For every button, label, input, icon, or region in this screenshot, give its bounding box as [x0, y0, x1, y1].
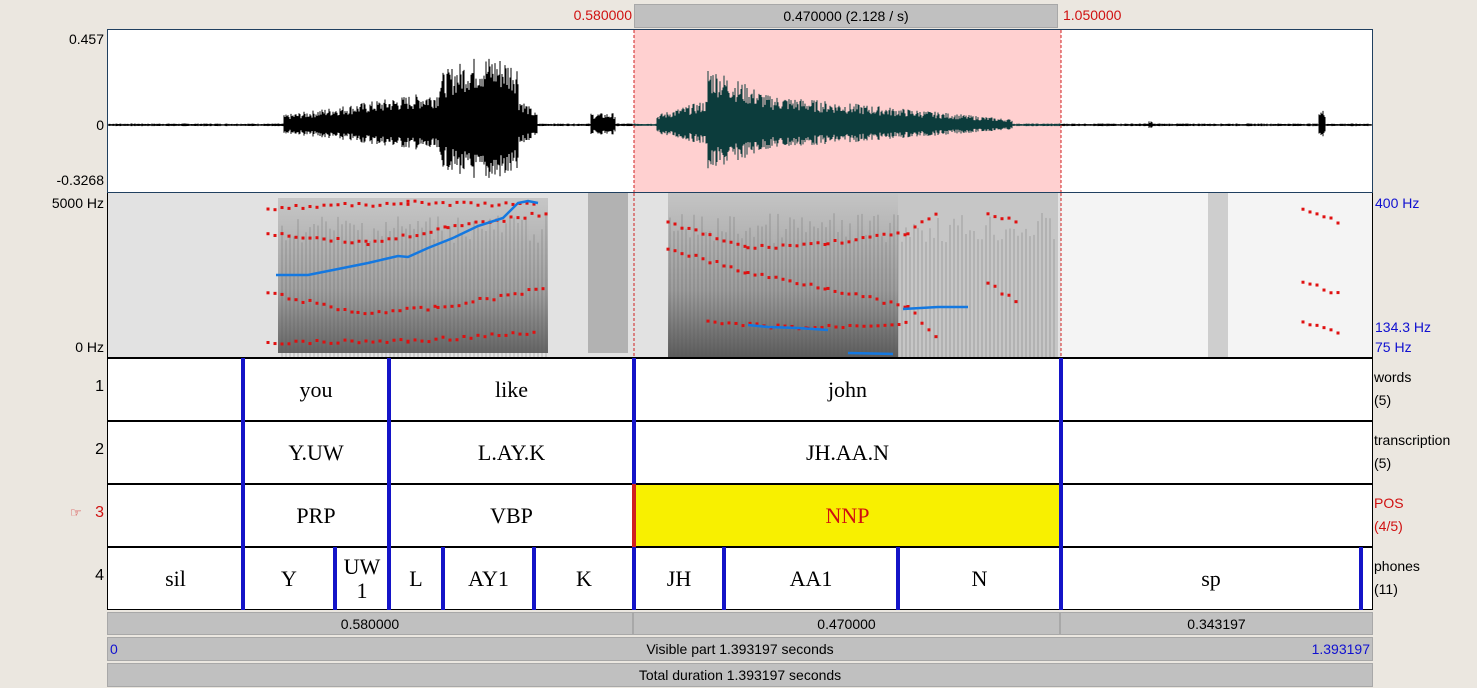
interval[interactable]: Y — [243, 548, 335, 609]
boundary[interactable] — [1059, 547, 1063, 610]
boundary[interactable] — [632, 547, 636, 610]
interval[interactable]: K — [534, 548, 634, 609]
boundary[interactable] — [632, 421, 636, 484]
tier-name-label: POS — [1374, 495, 1404, 511]
interval[interactable]: like — [389, 359, 634, 420]
interval[interactable]: L.AY.K — [389, 422, 634, 483]
interval[interactable]: Y.UW — [243, 422, 389, 483]
visible-part-label: Visible part 1.393197 seconds — [646, 641, 834, 657]
spectrogram-panel[interactable] — [107, 193, 1373, 358]
tier-2-number: 2 — [95, 441, 104, 458]
interval[interactable]: AY1 — [443, 548, 534, 609]
tier-2-name: transcription (5) — [1374, 429, 1450, 475]
interval[interactable]: JH.AA.N — [634, 422, 1061, 483]
tier-pos[interactable]: PRP VBP NNP — [107, 484, 1373, 547]
pitch-min-label: 75 Hz — [1375, 339, 1412, 355]
waveform-zero-label: 0 — [96, 117, 104, 133]
tier-3-number: 3 — [95, 504, 104, 521]
tier-words[interactable]: you like john — [107, 358, 1373, 421]
interval[interactable]: UW 1 — [335, 548, 389, 609]
tier-count-label: (4/5) — [1374, 518, 1403, 534]
interval[interactable]: sil — [108, 548, 243, 609]
interval[interactable] — [1061, 359, 1372, 420]
segment-left-bar[interactable]: 0.580000 — [107, 612, 633, 635]
interval[interactable] — [1061, 422, 1372, 483]
boundary[interactable] — [532, 547, 536, 610]
tier-name-label: phones — [1374, 558, 1420, 574]
tier-count-label: (5) — [1374, 455, 1392, 471]
tier-count-label: (11) — [1374, 581, 1398, 597]
boundary[interactable] — [1059, 421, 1063, 484]
interval[interactable] — [108, 359, 243, 420]
pitch-contour-3 — [847, 351, 894, 356]
tier-3-name: POS (4/5) — [1374, 492, 1404, 538]
boundary[interactable] — [632, 358, 636, 421]
interval[interactable]: VBP — [389, 485, 634, 546]
boundary[interactable] — [387, 358, 391, 421]
waveform-ymin-label: -0.3268 — [56, 172, 104, 188]
pitch-cursor-label: 134.3 Hz — [1375, 319, 1432, 335]
waveform-panel[interactable] — [107, 29, 1373, 193]
boundary[interactable] — [241, 547, 245, 610]
boundary[interactable] — [1059, 484, 1063, 547]
selection-start-time: 0.580000 — [573, 7, 632, 23]
interval[interactable] — [108, 485, 243, 546]
boundary[interactable] — [241, 421, 245, 484]
pitch-max-label: 400 Hz — [1375, 195, 1420, 211]
boundary[interactable] — [632, 484, 636, 547]
tier-4-number: 4 — [95, 567, 104, 584]
segment-mid-bar[interactable]: 0.470000 — [633, 612, 1060, 635]
spectrogram-freq-max: 5000 Hz — [51, 195, 104, 211]
boundary[interactable] — [241, 484, 245, 547]
tier-name-label: transcription — [1374, 432, 1451, 448]
tier-phones[interactable]: sil Y UW 1 L AY1 K JH AA1 N sp — [107, 547, 1373, 610]
visible-end-time: 1.393197 — [1311, 641, 1370, 657]
interval[interactable] — [1061, 485, 1372, 546]
visible-part-bar[interactable]: 0 Visible part 1.393197 seconds 1.393197 — [107, 637, 1373, 661]
total-duration-bar[interactable]: Total duration 1.393197 seconds — [107, 663, 1373, 687]
interval[interactable]: john — [634, 359, 1061, 420]
interval[interactable]: N — [898, 548, 1061, 609]
boundary[interactable] — [1059, 358, 1063, 421]
interval[interactable]: sp — [1061, 548, 1361, 609]
waveform-svg — [108, 30, 1372, 192]
tier-4-name: phones (11) — [1374, 555, 1420, 601]
tier-transcription[interactable]: Y.UW L.AY.K JH.AA.N — [107, 421, 1373, 484]
interval[interactable]: JH — [634, 548, 724, 609]
waveform-ymax-label: 0.457 — [68, 31, 104, 47]
boundary[interactable] — [441, 547, 445, 610]
boundary[interactable] — [241, 358, 245, 421]
boundary[interactable] — [387, 421, 391, 484]
boundary[interactable] — [387, 547, 391, 610]
segment-right-bar[interactable]: 0.343197 — [1060, 612, 1373, 635]
tier-1-number: 1 — [95, 378, 104, 395]
boundary[interactable] — [896, 547, 900, 610]
tier-name-label: words — [1374, 369, 1412, 385]
interval[interactable]: AA1 — [724, 548, 898, 609]
selection-duration-bar[interactable]: 0.470000 (2.128 / s) — [634, 4, 1058, 28]
interval[interactable]: L — [389, 548, 443, 609]
interval-selected[interactable]: NNP — [634, 485, 1061, 546]
boundary[interactable] — [722, 547, 726, 610]
selection-end-time: 1.050000 — [1063, 7, 1122, 23]
visible-start-time: 0 — [110, 641, 118, 657]
spectrogram-svg — [108, 193, 1372, 357]
interval[interactable]: you — [243, 359, 389, 420]
boundary[interactable] — [1359, 547, 1363, 610]
tier-1-name: words (5) — [1374, 366, 1411, 412]
boundary[interactable] — [333, 547, 337, 610]
interval[interactable]: PRP — [243, 485, 389, 546]
spectrogram-freq-min: 0 Hz — [75, 339, 104, 355]
tier-count-label: (5) — [1374, 392, 1392, 408]
boundary[interactable] — [387, 484, 391, 547]
interval[interactable] — [108, 422, 243, 483]
